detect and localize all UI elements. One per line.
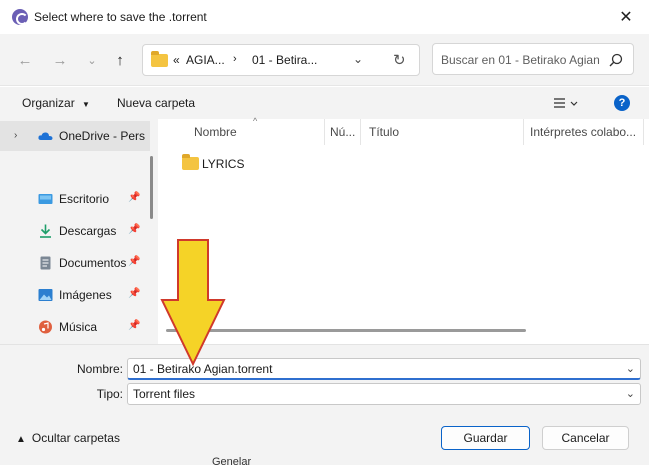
address-bar[interactable]: « AGIA... › 01 - Betira... ⌄ ↻ (142, 44, 420, 76)
pin-icon: 📌 (128, 320, 141, 331)
breadcrumb-item[interactable]: AGIA... (186, 53, 225, 67)
window-title: Select where to save the .torrent (34, 10, 207, 24)
breadcrumb-separator-icon: › (233, 53, 237, 65)
expand-chevron-icon[interactable]: › (14, 130, 17, 141)
command-bar: Organizar ▼ Nueva carpeta ? (0, 87, 649, 119)
sidebar-item-music[interactable]: Música 📌 (0, 312, 150, 342)
column-header-contributing-artists[interactable]: Intérpretes colabo... (530, 119, 642, 145)
navigation-bar: ← → ⌄ ↑ « AGIA... › 01 - Betira... ⌄ ↻ B… (0, 34, 649, 86)
folder-icon (182, 154, 199, 170)
pin-icon: 📌 (128, 224, 141, 235)
file-type-select[interactable]: Torrent files ⌄ (127, 383, 641, 405)
chevron-down-icon: ⌄ (625, 388, 635, 400)
collapse-caret-icon: ▲ (16, 434, 26, 445)
view-options-icon[interactable] (552, 96, 578, 110)
sidebar-item-label: Documentos (59, 256, 127, 270)
sidebar-item-label: Escritorio (59, 192, 110, 206)
hide-folders-toggle[interactable]: ▲ Ocultar carpetas (16, 431, 120, 445)
image-icon (38, 289, 53, 301)
help-icon[interactable]: ? (614, 95, 630, 111)
list-item[interactable]: LYRICS (180, 154, 380, 175)
sidebar-item-label: Imágenes (59, 288, 112, 302)
cloud-icon (38, 132, 53, 140)
recent-locations-chevron-icon[interactable]: ⌄ (82, 50, 102, 70)
music-icon (39, 320, 52, 334)
sidebar-item-downloads[interactable]: Descargas 📌 (0, 216, 150, 246)
forward-icon[interactable]: → (50, 50, 70, 70)
chevron-down-icon: ▼ (82, 100, 90, 109)
pin-icon: 📌 (128, 192, 141, 203)
file-type-value: Torrent files (133, 387, 196, 401)
column-header-name[interactable]: Nombre (194, 119, 322, 145)
breadcrumb-prefix: « (173, 53, 180, 67)
cancel-button[interactable]: Cancelar (542, 426, 629, 450)
refresh-icon[interactable]: ↻ (393, 51, 406, 69)
column-divider[interactable] (360, 119, 361, 145)
app-icon (12, 9, 28, 25)
column-divider[interactable] (324, 119, 325, 145)
column-divider[interactable] (643, 119, 644, 145)
address-dropdown-icon[interactable]: ⌄ (353, 52, 363, 66)
folder-icon (151, 51, 168, 67)
navigation-pane: › OneDrive - Perso Escritorio 📌 Descarga… (0, 119, 158, 344)
save-options: Nombre: 01 - Betirako Agian.torrent ⌄ Ti… (0, 344, 649, 465)
sidebar-item-desktop[interactable]: Escritorio 📌 (0, 184, 150, 214)
sidebar-item-label: Música (59, 320, 98, 334)
pin-icon: 📌 (128, 288, 141, 299)
close-button[interactable]: ✕ (603, 0, 649, 34)
sidebar-item-onedrive[interactable]: › OneDrive - Perso (0, 121, 150, 151)
chevron-down-icon[interactable]: ⌄ (626, 362, 635, 375)
search-placeholder: Buscar en 01 - Betirako Agian (441, 53, 600, 67)
download-icon (40, 224, 51, 238)
file-name: LYRICS (202, 157, 245, 171)
column-divider[interactable] (523, 119, 524, 145)
pin-icon: 📌 (128, 256, 141, 267)
background-window-text: Genelar (212, 456, 252, 465)
desktop-icon (38, 194, 53, 204)
hide-folders-label: Ocultar carpetas (31, 431, 120, 445)
sidebar-scrollbar[interactable] (150, 156, 153, 219)
close-icon: ✕ (619, 9, 633, 26)
search-icon (609, 53, 623, 67)
sidebar-item-label: OneDrive - Perso (59, 129, 145, 143)
annotation-arrow-icon (160, 239, 226, 367)
sidebar-item-documents[interactable]: Documentos 📌 (0, 248, 150, 278)
back-icon[interactable]: ← (15, 50, 35, 70)
document-icon (40, 256, 51, 270)
file-list: ^ Nombre Nú... Título Intérpretes colabo… (160, 116, 649, 344)
filename-label: Nombre: (76, 362, 123, 376)
column-header-number[interactable]: Nú... (330, 119, 358, 145)
sidebar-item-label: Descargas (59, 224, 117, 238)
organize-menu[interactable]: Organizar ▼ (22, 96, 90, 110)
sidebar-item-pictures[interactable]: Imágenes 📌 (0, 280, 150, 310)
column-header-title[interactable]: Título (369, 119, 519, 145)
search-input[interactable]: Buscar en 01 - Betirako Agian (432, 43, 634, 75)
organize-label: Organizar (22, 96, 75, 110)
title-bar: Select where to save the .torrent ✕ (0, 0, 649, 34)
breadcrumb-item[interactable]: 01 - Betira... (252, 53, 317, 67)
save-button[interactable]: Guardar (441, 426, 530, 450)
file-type-label: Tipo: (96, 387, 123, 401)
up-icon[interactable]: ↑ (110, 50, 130, 70)
new-folder-button[interactable]: Nueva carpeta (117, 96, 195, 110)
